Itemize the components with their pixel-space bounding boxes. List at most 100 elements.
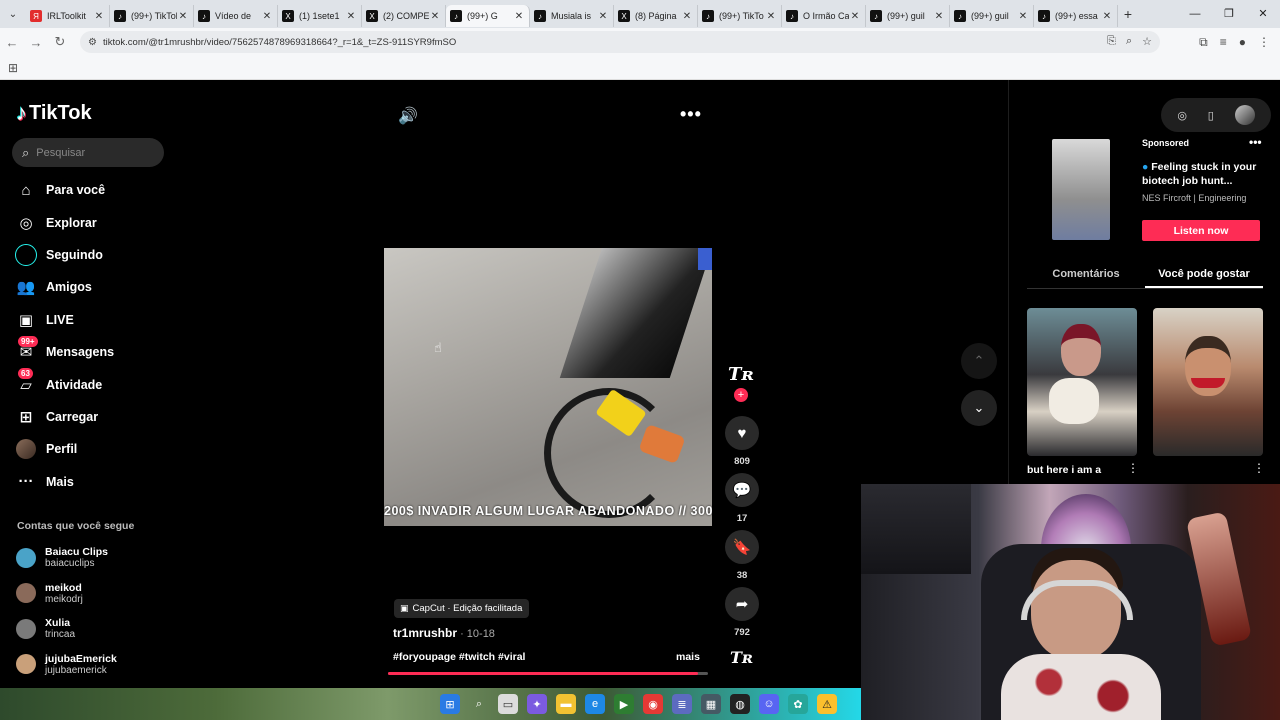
extensions-icon[interactable]: ⧉ [1199,35,1208,50]
browser-tab[interactable]: ♪ (99+) guil ✕ [950,5,1034,27]
sidebar-item-explorar[interactable]: ◎ Explorar [14,206,174,238]
tab-close-icon[interactable]: ✕ [1017,11,1029,22]
url-field[interactable]: ⚙ tiktok.com/@tr1mrushbr/video/756257487… [80,31,1160,53]
tab-close-icon[interactable]: ✕ [933,11,945,22]
taskbar-chrome-icon[interactable]: ◉ [643,694,663,714]
taskbar-taskview-icon[interactable]: ▭ [498,694,518,714]
device-icon[interactable]: ▯ [1208,109,1214,122]
browser-tab[interactable]: ♪ (99+) essa ✕ [1034,5,1118,27]
browser-tab[interactable]: X (2) COMPE ✕ [362,5,446,27]
ad-more-icon[interactable]: ••• [1249,135,1262,149]
tab-close-icon[interactable]: ✕ [429,11,441,22]
share-icon[interactable]: ➦ [725,587,759,621]
browser-tab[interactable]: X (8) Página ✕ [614,5,698,27]
browser-tab[interactable]: X (1) 1sete1 ✕ [278,5,362,27]
ad-thumbnail[interactable] [1052,139,1110,240]
browser-tab[interactable]: ♪ Vídeo de ✕ [194,5,278,27]
taskbar-notes-icon[interactable]: ≣ [672,694,692,714]
browser-tab[interactable]: ♪ (99+) G ✕ [446,5,530,27]
sidebar-item-para-você[interactable]: ⌂ Para você [14,174,174,206]
browser-tab[interactable]: ♪ (99+) TikTok ✕ [110,5,194,27]
tab-close-icon[interactable]: ✕ [681,11,693,22]
taskbar-warning-icon[interactable]: ⚠ [817,694,837,714]
listen-now-button[interactable]: Listen now [1142,220,1260,241]
video-hashtags[interactable]: #foryoupage #twitch #viral [393,651,525,663]
followed-account[interactable]: meikod meikodrj [16,576,176,612]
tab-close-icon[interactable]: ✕ [597,11,609,22]
sidebar-item-atividade[interactable]: ▱ 63 Atividade [14,368,174,400]
bookmark-icon[interactable]: 🔖 [725,530,759,564]
user-avatar[interactable] [1234,105,1255,125]
video-author[interactable]: tr1mrushbr [393,626,457,640]
bookmark-star-icon[interactable]: ☆ [1142,35,1152,48]
sidebar-item-mais[interactable]: ··· Mais [14,466,174,498]
coins-icon[interactable]: ◎ [1177,109,1187,122]
minimize-icon[interactable]: — [1178,0,1212,28]
sidebar-item-mensagens[interactable]: ✉ 99+ Mensagens [14,335,174,368]
tab-close-icon[interactable]: ✕ [1101,11,1113,22]
share-action[interactable]: ➦ 792 [724,587,760,638]
sidebar-item-amigos[interactable]: 👥 Amigos [14,271,174,303]
tab-close-icon[interactable]: ✕ [765,11,777,22]
browser-tab[interactable]: ♪ (99+) TikTo ✕ [698,5,782,27]
site-info-icon[interactable]: ⚙ [88,37,97,48]
profile-avatar-icon[interactable]: ● [1239,35,1246,49]
followed-account[interactable]: jujubaEmerick jujubaemerick [16,647,176,683]
browser-menu-icon[interactable]: ⋮ [1258,35,1270,49]
followed-account[interactable]: Xulia trincaa [16,611,176,647]
comment-icon[interactable]: 💬 [725,473,759,507]
heart-icon[interactable]: ♥ [725,416,759,450]
video-more-icon[interactable]: ••• [680,104,702,125]
tiktok-logo[interactable]: ♪ TikTok [16,100,92,126]
back-icon[interactable]: ← [0,35,24,50]
close-window-icon[interactable]: ✕ [1246,0,1280,28]
taskbar-app-icon[interactable]: ▶ [614,694,634,714]
suggested-video-1-more-icon[interactable]: ⋮ [1127,461,1139,475]
save-action[interactable]: 🔖 38 [724,530,760,581]
sidebar-item-perfil[interactable]: Perfil [14,433,174,465]
previous-video-button[interactable]: ⌃ [961,343,997,379]
tab-you-may-like[interactable]: Você pode gostar [1145,263,1263,288]
video-player[interactable]: 200$ INVADIR ALGUM LUGAR ABANDONADO // 3… [384,248,712,526]
tab-close-icon[interactable]: ✕ [345,11,357,22]
taskbar-calculator-icon[interactable]: ▦ [701,694,721,714]
tab-close-icon[interactable]: ✕ [261,11,273,22]
taskbar-edge-icon[interactable]: e [585,694,605,714]
music-disc-icon[interactable]: Tʀ [730,648,753,667]
apps-grid-icon[interactable]: ⊞ [8,61,18,75]
tab-close-icon[interactable]: ✕ [513,11,525,22]
next-video-button[interactable]: ⌄ [961,390,997,426]
media-controls-icon[interactable]: ≡ [1220,35,1227,49]
taskbar-copilot-icon[interactable]: ✦ [527,694,547,714]
sidebar-item-seguindo[interactable]: Seguindo [14,239,174,271]
sidebar-item-carregar[interactable]: ⊞ Carregar [14,401,174,433]
video-progress-bar[interactable] [388,672,708,675]
taskbar-explorer-icon[interactable]: ▬ [556,694,576,714]
forward-icon[interactable]: → [24,35,48,50]
tab-close-icon[interactable]: ✕ [849,11,861,22]
suggested-video-1[interactable] [1027,308,1137,456]
browser-tab[interactable]: ♪ Musiala is ✕ [530,5,614,27]
capcut-badge[interactable]: ▣ CapCut · Edição facilitada [394,599,530,618]
zoom-icon[interactable]: ⌕ [1126,35,1132,48]
search-input[interactable] [36,146,147,159]
taskbar-obs-icon[interactable]: ◍ [730,694,750,714]
followed-account[interactable]: Baiacu Clips baiacuclips [16,540,176,576]
taskbar-search-icon[interactable]: ⌕ [469,694,489,714]
browser-tab[interactable]: Я IRLToolkit ✕ [26,5,110,27]
restore-icon[interactable]: ❐ [1212,0,1246,28]
sidebar-item-live[interactable]: ▣ LIVE [14,304,174,336]
search-box[interactable]: ⌕ [12,138,164,167]
tab-search-icon[interactable]: ⌄ [0,9,26,20]
ad-title[interactable]: ● Feeling stuck in your biotech job hunt… [1142,160,1266,188]
suggested-video-1-caption[interactable]: but here i am a [1027,464,1101,476]
new-tab-button[interactable]: + [1118,6,1138,22]
tab-close-icon[interactable]: ✕ [177,11,189,22]
description-more-link[interactable]: mais [676,651,700,663]
follow-plus-icon[interactable]: + [734,388,748,402]
taskbar-discord-icon[interactable]: ☺ [759,694,779,714]
browser-tab[interactable]: ♪ (99+) guil ✕ [866,5,950,27]
like-action[interactable]: ♥ 809 [724,416,760,467]
install-app-icon[interactable]: ⎘ [1107,35,1116,48]
taskbar-app2-icon[interactable]: ✿ [788,694,808,714]
